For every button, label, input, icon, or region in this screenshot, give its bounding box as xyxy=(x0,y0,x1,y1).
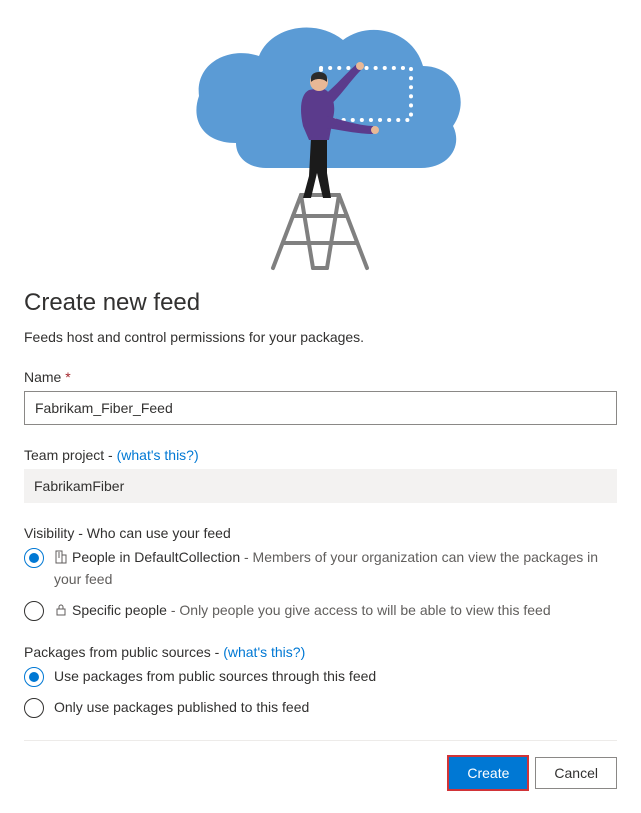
visibility-heading: Visibility - Who can use your feed xyxy=(24,525,617,541)
divider xyxy=(24,740,617,741)
radio-indicator xyxy=(24,601,44,621)
public-sources-option-label: Use packages from public sources through… xyxy=(54,666,617,686)
radio-indicator xyxy=(24,548,44,568)
team-project-value: FabrikamFiber xyxy=(24,469,617,503)
page-subtitle: Feeds host and control permissions for y… xyxy=(24,329,617,345)
lock-icon xyxy=(54,602,68,622)
public-sources-option-label: Only use packages published to this feed xyxy=(54,697,617,717)
visibility-option-label: Specific people - Only people you give a… xyxy=(54,600,617,622)
hero-illustration xyxy=(24,0,617,273)
organization-icon xyxy=(54,549,68,569)
radio-indicator xyxy=(24,667,44,687)
button-bar: Create Cancel xyxy=(24,757,617,789)
public-sources-option-use[interactable]: Use packages from public sources through… xyxy=(24,666,617,687)
team-project-section: Team project - (what's this?) FabrikamFi… xyxy=(24,447,617,503)
visibility-option-org[interactable]: People in DefaultCollection - Members of… xyxy=(24,547,617,590)
name-input[interactable] xyxy=(24,391,617,425)
page-title: Create new feed xyxy=(24,289,617,317)
name-label: Name * xyxy=(24,369,617,385)
public-sources-help-link[interactable]: (what's this?) xyxy=(223,644,305,660)
name-field-section: Name * xyxy=(24,369,617,425)
public-sources-option-only[interactable]: Only use packages published to this feed xyxy=(24,697,617,718)
cancel-button[interactable]: Cancel xyxy=(535,757,617,789)
team-project-label: Team project - (what's this?) xyxy=(24,447,617,463)
create-button[interactable]: Create xyxy=(449,757,527,789)
public-sources-heading: Packages from public sources - (what's t… xyxy=(24,644,617,660)
visibility-option-specific[interactable]: Specific people - Only people you give a… xyxy=(24,600,617,622)
required-asterisk: * xyxy=(65,369,70,385)
visibility-section: Visibility - Who can use your feed Peopl… xyxy=(24,525,617,622)
team-project-help-link[interactable]: (what's this?) xyxy=(117,447,199,463)
visibility-option-label: People in DefaultCollection - Members of… xyxy=(54,547,617,590)
radio-indicator xyxy=(24,698,44,718)
public-sources-section: Packages from public sources - (what's t… xyxy=(24,644,617,718)
